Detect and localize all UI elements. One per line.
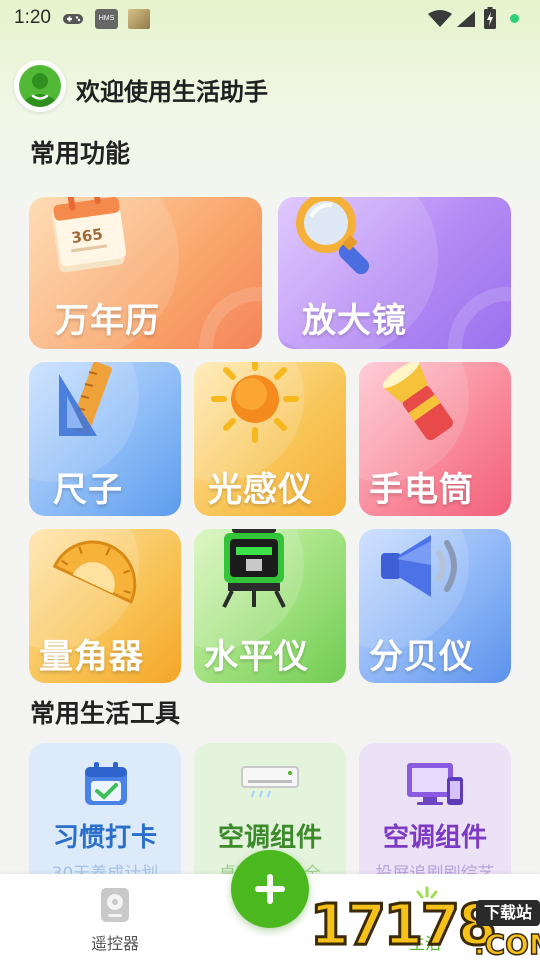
flashlight-icon [381,362,461,450]
card-flashlight-label: 手电筒 [369,470,474,510]
tool-title-ac-widget: 空调组件 [217,823,322,853]
card-ruler-label: 尺子 [53,470,123,510]
notification-dot-icon [510,14,519,23]
card-light-meter[interactable]: 光感仪 [194,362,346,516]
card-protractor-label: 量角器 [39,637,144,677]
hms-icon: HMS [95,9,118,29]
app-thumbnail-icon [128,9,150,29]
welcome-title: 欢迎使用生活助手 [76,78,268,106]
section-title-common-tools: 常用生活工具 [30,699,181,728]
watermark-number: 17178 [309,892,499,960]
card-level-label: 水平仪 [204,637,309,677]
card-level[interactable]: 水平仪 [194,529,346,683]
air-conditioner-icon [240,765,300,803]
nav-item-remote[interactable]: 遥控器 [70,884,160,954]
card-decibel-label: 分贝仪 [369,637,474,677]
card-flashlight[interactable]: 手电筒 [359,362,511,516]
watermark-domain: .COM [473,927,540,960]
card-decibel[interactable]: 分贝仪 [359,529,511,683]
card-light-meter-label: 光感仪 [208,470,313,510]
tool-title-habit: 习惯打卡 [52,823,157,853]
card-ruler[interactable]: 尺子 [29,362,181,516]
calendar-365-icon: 365 [47,197,133,277]
signal-icon [456,10,476,32]
sun-icon [210,362,300,448]
status-bar: 1:20 HMS [0,0,540,38]
watermark-tag: 下载站 [476,900,540,926]
watermark-17178: 17178 下载站 .COM [309,892,540,960]
card-magnifier[interactable]: 放大镜 [278,197,511,349]
remote-control-icon [99,886,131,928]
card-calendar-label: 万年历 [55,301,160,341]
tool-card-screen-cast[interactable]: 空调组件 投屏追剧刷综艺 [359,743,511,893]
plus-icon [255,874,285,904]
nav-item-remote-label: 遥控器 [90,934,139,953]
status-time: 1:20 [14,7,51,28]
calendar-check-icon [81,759,131,813]
laser-level-icon [216,529,292,613]
user-avatar-icon[interactable] [14,60,66,112]
speaker-icon [375,529,465,609]
screen-cast-icon [405,759,467,813]
card-calendar[interactable]: 365 万年历 [29,197,262,349]
add-button[interactable] [231,850,309,928]
tool-card-habit[interactable]: 习惯打卡 30天养成计划 [29,743,181,893]
protractor-icon [47,529,147,609]
battery-charging-icon [484,7,496,33]
section-title-common-functions: 常用功能 [30,139,131,168]
wifi-icon [428,10,452,32]
header: 欢迎使用生活助手 [14,60,514,112]
card-magnifier-label: 放大镜 [302,301,407,341]
card-protractor[interactable]: 量角器 [29,529,181,683]
gamepad-icon [62,11,84,31]
magnifier-icon [288,197,388,279]
ruler-triangle-icon [51,362,141,450]
tool-title-screen-cast: 空调组件 [382,823,487,853]
